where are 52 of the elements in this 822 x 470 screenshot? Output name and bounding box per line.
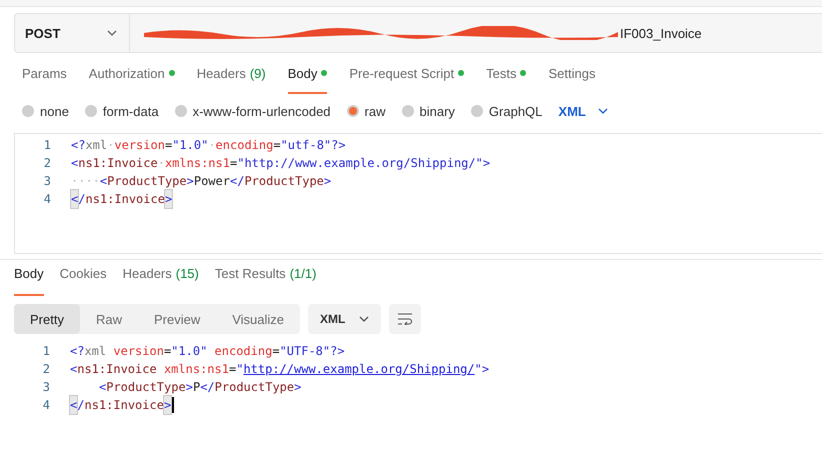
format-dropdown[interactable]: XML [558, 104, 608, 118]
format-dropdown[interactable]: XML [308, 304, 382, 334]
tab[interactable]: Headers (9) [196, 54, 266, 94]
tab[interactable]: Settings [548, 54, 596, 94]
code-line: <ns1:Invoice xmlns:ns1="http://www.example.org/Shipping/"> [70, 360, 490, 378]
radio-button[interactable] [470, 105, 483, 117]
radio-button[interactable] [22, 105, 34, 117]
line-number: 2 [42, 361, 51, 378]
tab[interactable]: Authorization [88, 54, 175, 94]
tab[interactable]: Body [288, 54, 328, 94]
code-editor[interactable]: 1 <?xml·version="1.0"·encoding="utf-8"?> 2 <ns1:Invoice·xmlns:ns1="http://www.example.org/Shipping/"> 3 ····<ProductType>Power</ProductType> 4 </ns1:Invoice> [14, 133, 822, 254]
line-number: 1 [42, 137, 52, 154]
radio-button[interactable] [84, 105, 97, 117]
view-mode-button[interactable]: Raw [80, 304, 138, 334]
tab[interactable]: Params [22, 54, 67, 94]
tab[interactable]: Pre-request Script [349, 54, 464, 94]
radio-label[interactable]: raw [364, 104, 386, 118]
line-number: 3 [42, 173, 52, 190]
line-number: 3 [42, 379, 51, 396]
wrap-icon [397, 313, 414, 325]
view-mode-button[interactable]: Pretty [14, 304, 80, 334]
view-mode-button[interactable]: Preview [138, 304, 216, 334]
line-number: 1 [42, 343, 51, 360]
wrap-lines-button[interactable] [389, 304, 422, 334]
tab[interactable]: Cookies [60, 266, 107, 296]
tab[interactable]: Headers (15) [122, 266, 199, 296]
code-line: <?xml version="1.0" encoding="UTF-8"?> [70, 343, 345, 360]
line-number: 4 [42, 397, 51, 414]
link[interactable]: http://www.example.org/Shipping/ [243, 360, 475, 378]
radio-label[interactable]: binary [420, 104, 455, 118]
radio-label[interactable]: GraphQL [488, 104, 542, 118]
radio-label[interactable]: x-www-form-urlencoded [192, 104, 331, 118]
radio-label[interactable]: none [40, 104, 69, 118]
radio-button[interactable] [402, 105, 414, 117]
code-line: </ns1:Invoice> [70, 396, 172, 414]
code-line: ····<ProductType>Power</ProductType> [71, 173, 332, 190]
radio-button[interactable] [346, 105, 359, 117]
caret-icon [598, 108, 608, 114]
tab[interactable]: Tests [486, 54, 526, 94]
caret-icon [359, 316, 370, 322]
code-line: <ns1:Invoice·xmlns:ns1="http://www.example.org/Shipping/"> [71, 155, 490, 172]
tab[interactable]: Body [14, 266, 44, 296]
code-line: <ProductType>P</ProductType> [98, 379, 302, 396]
radio-button[interactable] [174, 105, 187, 117]
code-line: </ns1:Invoice> [71, 190, 172, 208]
caret-icon [107, 30, 117, 36]
view-mode-button[interactable]: Visualize [216, 304, 300, 334]
code-line: <?xml·version="1.0"·encoding="utf-8"?> [71, 137, 346, 154]
tab[interactable]: Test Results (1/1) [214, 266, 316, 296]
line-number: 4 [42, 191, 52, 208]
line-number: 2 [42, 155, 52, 172]
radio-label[interactable]: form-data [102, 104, 159, 118]
